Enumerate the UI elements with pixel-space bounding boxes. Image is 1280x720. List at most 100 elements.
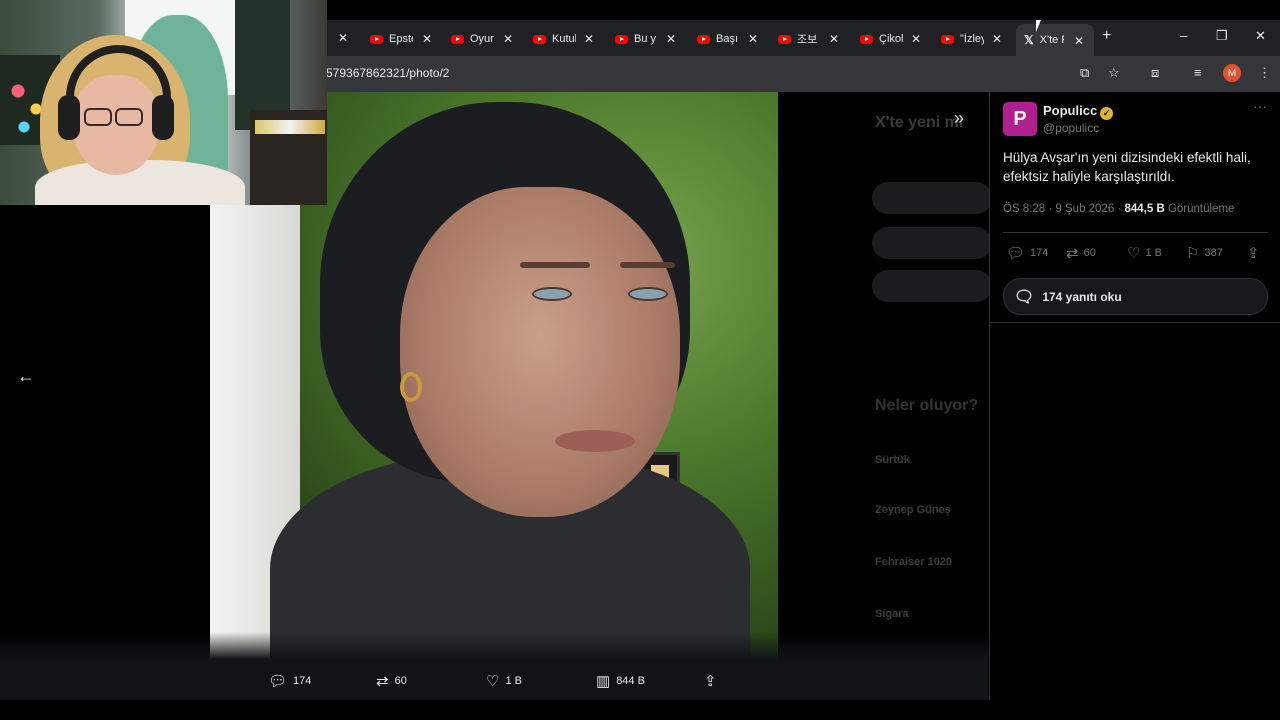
profile-avatar[interactable]: M: [1223, 64, 1241, 82]
share-icon: ⇪: [1247, 245, 1260, 262]
cam-glasses: [84, 108, 112, 126]
bookmark-button[interactable]: ⚐ 387: [1186, 244, 1223, 262]
like-button[interactable]: ♡ 1 B: [1127, 244, 1162, 262]
author-handle[interactable]: @populicc: [1043, 121, 1099, 135]
photo-brow: [620, 262, 675, 268]
browser-tab[interactable]: Kutul ✕: [533, 26, 594, 52]
ghost-button: [872, 182, 992, 214]
photo-earring: [400, 372, 422, 402]
bookmark-star-icon[interactable]: ☆: [1108, 65, 1120, 81]
browser-tab[interactable]: Bu y ✕: [615, 26, 676, 52]
chat-bubble-icon: 🗨︎: [1014, 288, 1035, 306]
heart-icon: ♡: [1127, 245, 1141, 262]
browser-tab[interactable]: 조보 ✕: [778, 26, 839, 52]
cam-earcup: [152, 95, 174, 140]
tab-close-icon[interactable]: ✕: [584, 32, 594, 46]
retweet-icon: ⇄: [1066, 245, 1079, 262]
photo-eye: [628, 287, 668, 301]
author-name-row[interactable]: Populicc ✓: [1043, 103, 1114, 120]
reply-count: 174: [1030, 247, 1049, 259]
tab-label: Başı: [716, 33, 739, 45]
bookmark-count: 387: [1204, 247, 1223, 259]
browser-tab[interactable]: Oyun ✕: [451, 26, 513, 52]
tab-label: Oyun: [470, 33, 494, 45]
restore-button[interactable]: ❐: [1216, 28, 1228, 44]
x-logo-icon: 𝕏: [1024, 33, 1034, 47]
extensions-icon[interactable]: ⧈: [1151, 65, 1159, 81]
browser-tab[interactable]: Çikol ✕: [860, 26, 921, 52]
tab-close-icon[interactable]: ✕: [503, 32, 513, 46]
tab-close-icon[interactable]: ✕: [829, 32, 839, 46]
media-control-icon[interactable]: ≡: [1194, 65, 1202, 80]
ghost-trend: Fehraiser 1020: [875, 556, 953, 568]
read-replies-button[interactable]: 🗨︎ 174 yanıtı oku: [1003, 278, 1268, 315]
photo-brow: [520, 262, 590, 268]
author-avatar[interactable]: P: [1003, 102, 1037, 136]
youtube-icon: [941, 34, 954, 44]
webcam-overlay: [0, 0, 327, 205]
browser-tab[interactable]: Başı ✕: [697, 26, 758, 52]
reply-button[interactable]: 💬︎ 174: [1006, 244, 1048, 262]
tab-close-icon[interactable]: ✕: [911, 32, 921, 46]
share-button[interactable]: ⇪: [1247, 244, 1260, 262]
photo-lips: [555, 430, 635, 452]
browser-tab-active[interactable]: 𝕏 X'te P ✕: [1016, 24, 1094, 56]
read-replies-label: 174 yanıtı oku: [1042, 289, 1122, 304]
tab-label: Epste: [389, 33, 413, 45]
browser-tab[interactable]: "İzley ✕: [941, 26, 1002, 52]
youtube-icon: [615, 34, 628, 44]
mouse-cursor-icon: [1036, 20, 1041, 32]
reply-icon: 💬︎: [268, 673, 288, 690]
minimize-button[interactable]: –: [1180, 28, 1187, 43]
photo-reply-button[interactable]: 💬︎ 174: [268, 672, 311, 690]
ghost-trend: Sürtük: [875, 454, 910, 466]
tab-label: Kutul: [552, 33, 576, 45]
ghost-button: [872, 270, 992, 302]
divider: [990, 322, 1280, 323]
photo-eye: [532, 287, 572, 301]
back-arrow-icon[interactable]: ←: [17, 366, 35, 387]
analytics-icon: ▥: [596, 673, 611, 690]
view-count: 844,5 B: [1124, 203, 1165, 215]
youtube-icon: [860, 34, 873, 44]
tab-close-icon[interactable]: ✕: [1074, 34, 1084, 48]
tweet-meta: ÖS 8:28 · 9 Şub 2026 · 844,5 B Görüntüle…: [1003, 203, 1234, 215]
tab-label: 조보: [797, 34, 818, 46]
tab-close-icon[interactable]: ✕: [666, 32, 676, 46]
more-options-icon[interactable]: ···: [1253, 98, 1267, 114]
bottom-strip: [0, 700, 1280, 720]
view-label: Görüntüleme: [1164, 203, 1235, 215]
ghost-heading: X'te yeni mi: [875, 114, 964, 131]
photo-share-button[interactable]: ⇪: [704, 672, 717, 690]
browser-tab[interactable]: Epste ✕: [370, 26, 432, 52]
tab-label: X'te P: [1039, 34, 1064, 46]
ghost-trend: Sigara: [875, 608, 909, 620]
cast-icon[interactable]: ⧉: [1080, 65, 1089, 81]
background-sidebar: X'te yeni mi Neler oluyor? Sürtük Zeynep…: [860, 92, 992, 700]
tab-close-icon[interactable]: ✕: [422, 32, 432, 46]
photo-like-button[interactable]: ♡ 1 B: [486, 672, 522, 690]
new-tab-button[interactable]: +: [1102, 27, 1111, 45]
youtube-icon: [697, 34, 710, 44]
youtube-icon: [370, 34, 383, 44]
retweet-button[interactable]: ⇄ 60: [1066, 244, 1096, 262]
retweet-count: 60: [1083, 247, 1096, 259]
bookmark-icon: ⚐: [1186, 245, 1200, 262]
tweet-timestamp[interactable]: ÖS 8:28 · 9 Şub 2026 ·: [1003, 203, 1124, 215]
tab-close-icon[interactable]: ✕: [748, 32, 758, 46]
address-bar[interactable]: 579367862321/photo/2: [326, 66, 449, 80]
ghost-button: [872, 227, 992, 259]
window-close-button[interactable]: ✕: [1255, 28, 1266, 44]
photo-views-button[interactable]: ▥ 844 B: [596, 672, 645, 690]
youtube-icon: [533, 34, 546, 44]
ghost-section-heading: Neler oluyor?: [875, 397, 979, 414]
photo-view-count: 844 B: [616, 675, 645, 687]
author-display-name[interactable]: Populicc: [1043, 103, 1097, 118]
photo-like-count: 1 B: [505, 675, 522, 687]
photo-reply-count: 174: [293, 675, 312, 687]
expand-panel-icon[interactable]: »: [954, 108, 964, 129]
browser-menu-icon[interactable]: ⋮: [1258, 65, 1271, 81]
photo-retweet-button[interactable]: ⇄ 60: [376, 672, 407, 690]
tweet-text: Hülya Avşar'ın yeni dizisindeki efektli …: [1003, 150, 1251, 184]
tab-close-icon[interactable]: ✕: [992, 32, 1002, 46]
